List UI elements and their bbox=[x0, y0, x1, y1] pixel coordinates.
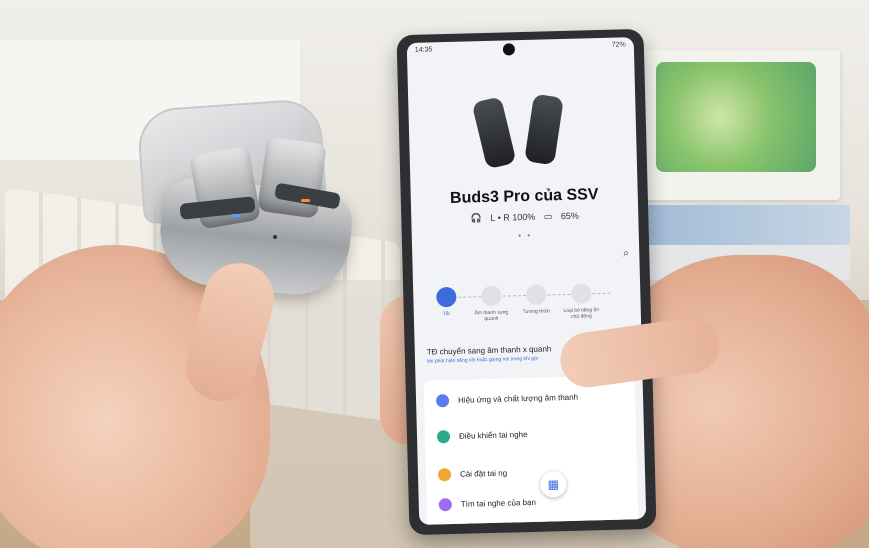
settings-menu: Hiệu ứng và chất lượng âm thanh Điều khi… bbox=[423, 375, 639, 525]
mode-adaptive[interactable]: Tương thích bbox=[513, 284, 559, 315]
mode-anc[interactable]: Loại bỏ tiếng ồn chủ động bbox=[558, 283, 604, 320]
earbuds-battery: L • R 100% bbox=[490, 211, 536, 223]
settings-icon bbox=[437, 468, 452, 482]
menu-sound-quality[interactable]: Hiệu ứng và chất lượng âm thanh bbox=[458, 393, 578, 405]
status-bar: 14:35 72% bbox=[415, 41, 626, 61]
left-earbud-light bbox=[231, 214, 240, 217]
mode-anc-label: Loại bỏ tiếng ồn chủ động bbox=[563, 307, 600, 320]
search-icon[interactable]: ⌕ bbox=[623, 247, 630, 260]
photo-scene: 14:35 72% Buds3 Pro của SSV 🎧 L • R 100%… bbox=[0, 0, 869, 548]
menu-find-earbuds[interactable]: Tìm tai nghe của bạn bbox=[461, 498, 536, 509]
mode-ambient-icon bbox=[480, 285, 502, 307]
mode-adaptive-label: Tương thích bbox=[522, 308, 551, 316]
page-indicator: • • bbox=[518, 230, 533, 241]
smartphone: 14:35 72% Buds3 Pro của SSV 🎧 L • R 100%… bbox=[396, 28, 657, 536]
right-earbud bbox=[257, 136, 327, 219]
earbud-image-right bbox=[524, 93, 564, 166]
device-name: Buds3 Pro của SSV bbox=[449, 186, 599, 207]
menu-earbud-controls[interactable]: Điều khiển tai nghe bbox=[459, 430, 528, 441]
book-middle bbox=[630, 205, 850, 245]
mode-anc-icon bbox=[570, 283, 592, 304]
case-battery: 65% bbox=[560, 210, 579, 222]
status-battery: 72% bbox=[611, 41, 626, 49]
menu-earbud-settings[interactable]: Cài đặt tai ng bbox=[460, 469, 507, 479]
right-earbud-light bbox=[301, 199, 310, 202]
case-battery-icon: ▭ bbox=[543, 211, 553, 222]
case-led bbox=[273, 235, 277, 239]
find-icon bbox=[438, 498, 452, 512]
status-time: 14:35 bbox=[414, 46, 433, 54]
mode-ambient[interactable]: Âm thanh xung quanh bbox=[468, 285, 514, 322]
mode-ambient-label: Âm thanh xung quanh bbox=[474, 309, 509, 323]
noise-mode-selector: Tắt Âm thanh xung quanh Tương thích Loại… bbox=[423, 282, 631, 335]
earbud-image-left bbox=[471, 96, 517, 170]
mode-off-label: Tắt bbox=[442, 311, 450, 318]
earbud-control-icon bbox=[436, 430, 451, 444]
mode-adaptive-icon bbox=[525, 284, 547, 306]
mode-off[interactable]: Tắt bbox=[423, 286, 469, 318]
battery-row: 🎧 L • R 100% ▭ 65% bbox=[411, 209, 638, 226]
earbuds-battery-icon: 🎧 bbox=[470, 213, 483, 224]
mode-off-icon bbox=[435, 286, 457, 308]
phone-screen: 14:35 72% Buds3 Pro của SSV 🎧 L • R 100%… bbox=[406, 37, 647, 525]
sound-icon bbox=[435, 394, 450, 408]
book-cover-art bbox=[656, 62, 816, 172]
earbuds-image bbox=[470, 91, 572, 174]
